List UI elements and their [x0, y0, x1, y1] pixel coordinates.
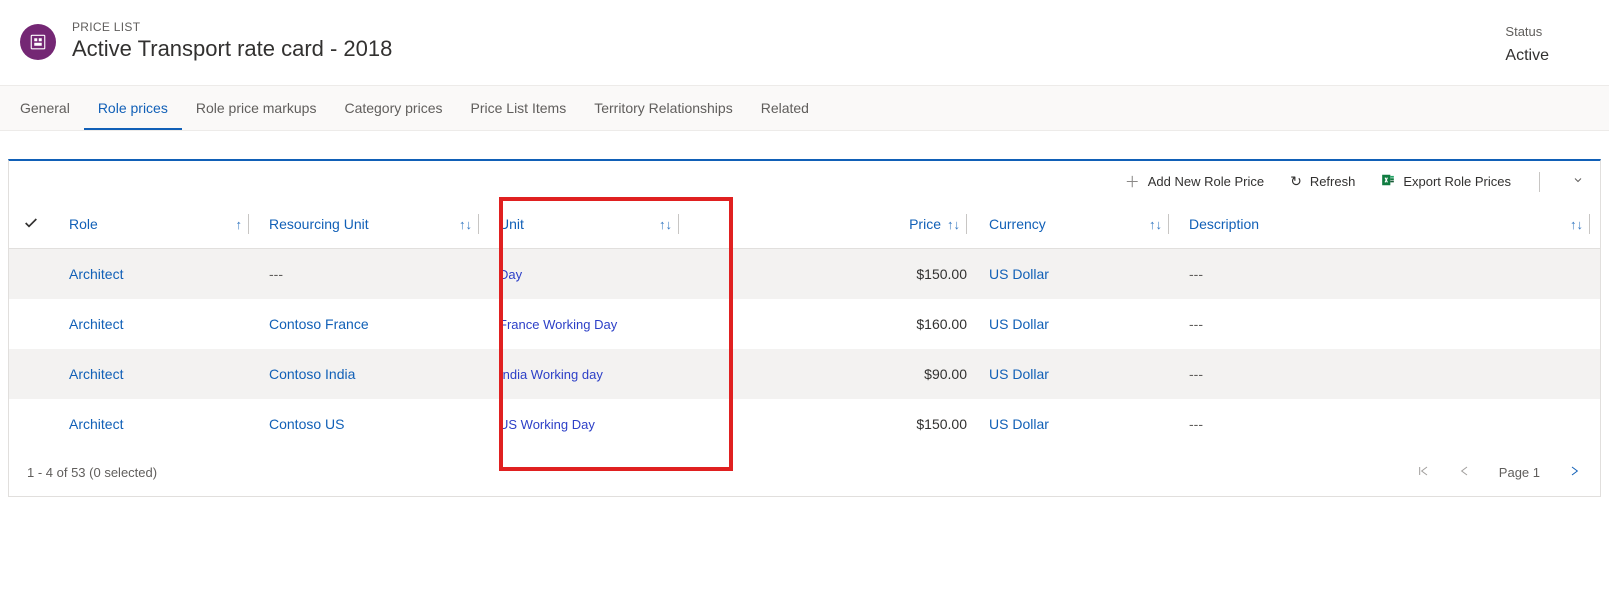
column-header-price-label: Price [909, 216, 941, 232]
add-new-role-price-button[interactable]: ＋ Add New Role Price [1125, 171, 1264, 192]
column-header-unit[interactable]: Unit ↑↓ [489, 200, 869, 248]
role-link[interactable]: Architect [69, 366, 123, 382]
tab-general[interactable]: General [6, 86, 84, 130]
refresh-label: Refresh [1310, 174, 1356, 189]
next-page-button[interactable] [1566, 463, 1582, 482]
currency-link[interactable]: US Dollar [989, 366, 1049, 382]
sort-icon: ↑↓ [653, 217, 672, 232]
export-role-prices-button[interactable]: Export Role Prices [1381, 173, 1511, 190]
select-all-column[interactable] [9, 201, 59, 248]
table-row[interactable]: Architect Contoso France France Working Da… [9, 299, 1600, 349]
price-value: $160.00 [916, 316, 967, 332]
column-header-unit-label: Unit [499, 216, 524, 232]
plus-icon: ＋ [1125, 171, 1140, 192]
role-link[interactable]: Architect [69, 266, 123, 282]
price-value: $90.00 [924, 366, 967, 382]
row-selector[interactable] [9, 310, 59, 338]
column-header-price[interactable]: Price ↑↓ [869, 200, 979, 248]
unit-link[interactable]: India Working day [499, 367, 603, 382]
resourcing-unit-link[interactable]: Contoso US [269, 416, 344, 432]
unit-link[interactable]: US Working Day [499, 417, 595, 432]
column-header-currency[interactable]: Currency ↑↓ [979, 200, 1179, 248]
tab-category-prices[interactable]: Category prices [330, 86, 456, 130]
row-selector[interactable] [9, 360, 59, 388]
refresh-button[interactable]: ↻ Refresh [1290, 173, 1355, 190]
column-header-currency-label: Currency [989, 216, 1046, 232]
sort-icon: ↑↓ [1143, 217, 1162, 232]
entity-icon [20, 24, 56, 60]
row-selector[interactable] [9, 410, 59, 438]
role-link[interactable]: Architect [69, 316, 123, 332]
form-tabs: GeneralRole pricesRole price markupsCate… [0, 85, 1609, 131]
sort-icon: ↑↓ [941, 217, 960, 232]
unit-link[interactable]: France Working Day [499, 317, 617, 332]
more-commands-button[interactable] [1568, 174, 1588, 189]
record-header: PRICE LIST Active Transport rate card - … [0, 0, 1609, 85]
refresh-icon: ↻ [1290, 173, 1302, 190]
description-value: --- [1189, 416, 1203, 432]
price-value: $150.00 [916, 266, 967, 282]
tab-role-prices[interactable]: Role prices [84, 86, 182, 130]
description-value: --- [1189, 266, 1203, 282]
status-value: Active [1505, 47, 1549, 65]
column-header-description[interactable]: Description ↑↓ [1179, 200, 1600, 248]
toolbar-separator [1539, 172, 1540, 192]
unit-link[interactable]: Day [499, 267, 522, 282]
pager: Page 1 [1415, 463, 1582, 482]
column-header-resourcing-unit[interactable]: Resourcing Unit ↑↓ [259, 200, 489, 248]
table-row[interactable]: Architect Contoso India India Working day $… [9, 349, 1600, 399]
description-value: --- [1189, 366, 1203, 382]
sort-icon: ↑↓ [1564, 217, 1583, 232]
status-label: Status [1505, 24, 1549, 39]
record-title: Active Transport rate card - 2018 [72, 36, 1505, 62]
resourcing-unit-value: --- [269, 266, 283, 282]
chevron-down-icon [1572, 174, 1584, 189]
sort-icon: ↑↓ [453, 217, 472, 232]
column-header-description-label: Description [1189, 216, 1259, 232]
table-row[interactable]: Architect --- Day $150.00 US Dollar --- [9, 249, 1600, 299]
column-header-resourcing-unit-label: Resourcing Unit [269, 216, 369, 232]
tab-price-list-items[interactable]: Price List Items [457, 86, 581, 130]
role-link[interactable]: Architect [69, 416, 123, 432]
grid-footer: 1 - 4 of 53 (0 selected) Page 1 [9, 449, 1600, 496]
tab-related[interactable]: Related [747, 86, 823, 130]
tab-role-price-markups[interactable]: Role price markups [182, 86, 331, 130]
page-label: Page 1 [1499, 465, 1540, 480]
grid: Role ↑ Resourcing Unit ↑↓ Unit ↑↓ Price … [9, 200, 1600, 449]
table-row[interactable]: Architect Contoso US US Working Day $150.00… [9, 399, 1600, 449]
first-page-button[interactable] [1415, 463, 1431, 482]
sort-asc-icon: ↑ [230, 217, 243, 232]
row-selector[interactable] [9, 260, 59, 288]
record-range-label: 1 - 4 of 53 (0 selected) [27, 465, 157, 480]
entity-type-label: PRICE LIST [72, 20, 1505, 34]
resourcing-unit-link[interactable]: Contoso France [269, 316, 369, 332]
currency-link[interactable]: US Dollar [989, 316, 1049, 332]
currency-link[interactable]: US Dollar [989, 266, 1049, 282]
role-prices-subgrid: ＋ Add New Role Price ↻ Refresh Export Ro… [8, 159, 1601, 497]
add-new-role-price-label: Add New Role Price [1148, 174, 1264, 189]
currency-link[interactable]: US Dollar [989, 416, 1049, 432]
resourcing-unit-link[interactable]: Contoso India [269, 366, 355, 382]
excel-icon [1381, 173, 1395, 190]
export-role-prices-label: Export Role Prices [1403, 174, 1511, 189]
description-value: --- [1189, 316, 1203, 332]
tab-territory-relationships[interactable]: Territory Relationships [580, 86, 747, 130]
column-header-role-label: Role [69, 216, 98, 232]
subgrid-toolbar: ＋ Add New Role Price ↻ Refresh Export Ro… [9, 161, 1600, 200]
grid-header-row: Role ↑ Resourcing Unit ↑↓ Unit ↑↓ Price … [9, 200, 1600, 249]
prev-page-button[interactable] [1457, 463, 1473, 482]
column-header-role[interactable]: Role ↑ [59, 200, 259, 248]
price-value: $150.00 [916, 416, 967, 432]
